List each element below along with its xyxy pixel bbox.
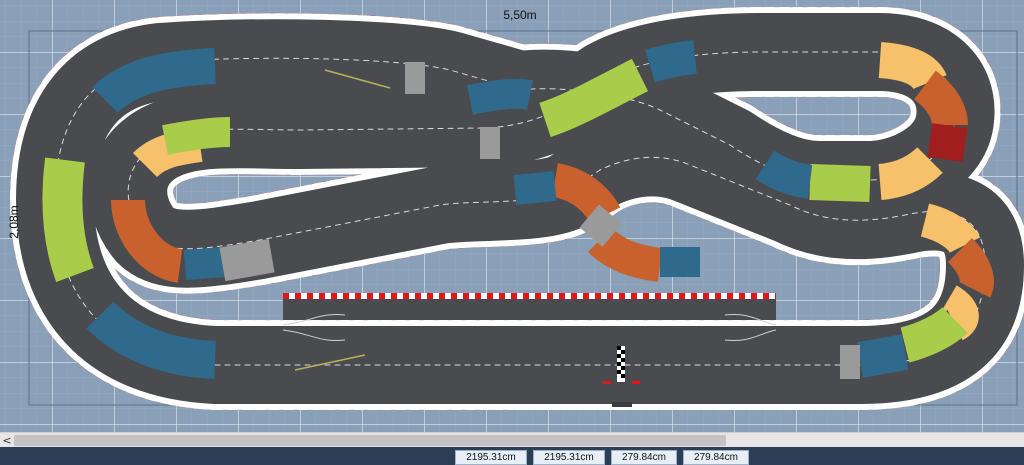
curve-green-left	[42, 157, 94, 282]
status-total-length: 2195.31cm	[455, 450, 527, 465]
curve-orange-right-top	[878, 42, 947, 91]
lane-change-5	[840, 345, 860, 379]
scroll-left-arrow[interactable]: <	[0, 433, 14, 448]
lane-change-2	[480, 127, 500, 159]
curve-blue-inner	[183, 247, 227, 280]
curve-orange-right-mid	[877, 146, 943, 200]
curve-green-inner	[162, 117, 231, 155]
status-bar: 2195.31cm 2195.31cm 279.84cm 279.84cm	[0, 447, 1024, 465]
curve-blue-mid-top	[645, 40, 697, 83]
scrollbar-thumb[interactable]	[14, 435, 726, 446]
lane-change-1	[405, 62, 425, 94]
curve-blue-right-low	[856, 334, 909, 378]
track-layout-canvas[interactable]	[0, 0, 1024, 432]
table-height-label: 2,08m	[7, 205, 21, 239]
curve-blue-right-mid	[755, 150, 813, 199]
curve-darkred-right	[927, 123, 968, 162]
status-width: 279.84cm	[611, 450, 677, 465]
status-width-2: 279.84cm	[683, 450, 749, 465]
table-width-label: 5,50m	[503, 8, 537, 22]
status-lane-length: 2195.31cm	[533, 450, 605, 465]
horizontal-scrollbar[interactable]: <	[0, 432, 1024, 448]
curve-blue-mid	[467, 78, 533, 115]
curve-blue-center	[513, 171, 557, 205]
curve-green-right-mid	[809, 164, 871, 202]
